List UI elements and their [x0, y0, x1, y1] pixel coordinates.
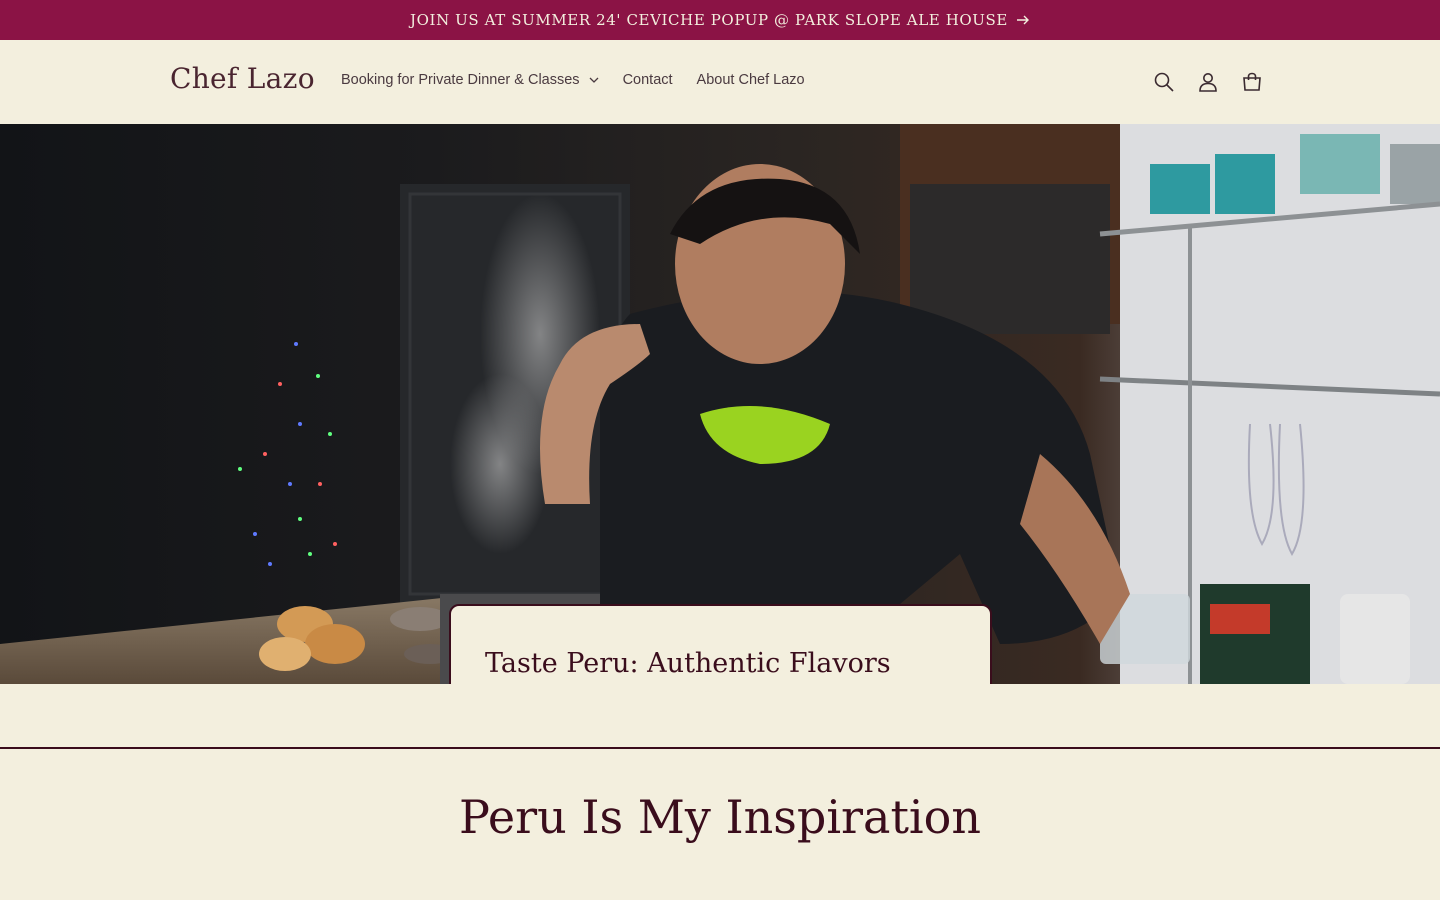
announcement-text[interactable]: JOIN US AT SUMMER 24' CEVICHE POPUP @ PA…: [410, 11, 1008, 29]
header-icons: [1150, 68, 1266, 96]
arrow-right-icon: [1016, 15, 1030, 25]
announcement-bar[interactable]: JOIN US AT SUMMER 24' CEVICHE POPUP @ PA…: [0, 0, 1440, 40]
hero-image: [0, 124, 1440, 684]
chevron-down-icon: [589, 77, 599, 84]
main-nav: Booking for Private Dinner & Classes Con…: [341, 72, 829, 88]
search-icon[interactable]: [1150, 68, 1178, 96]
cart-icon[interactable]: [1238, 68, 1266, 96]
nav-item-contact[interactable]: Contact: [623, 72, 673, 88]
hero-card: Taste Peru: Authentic Flavors with Chef …: [449, 604, 992, 684]
nav-item-label: Booking for Private Dinner & Classes: [341, 72, 580, 88]
site-header: Chef Lazo Booking for Private Dinner & C…: [0, 40, 1440, 124]
account-icon[interactable]: [1194, 68, 1222, 96]
hero-heading: Taste Peru: Authentic Flavors with Chef …: [485, 648, 891, 679]
site-logo[interactable]: Chef Lazo: [170, 62, 315, 95]
section-title: Peru Is My Inspiration: [459, 790, 981, 844]
section-divider: [0, 747, 1440, 749]
nav-item-booking[interactable]: Booking for Private Dinner & Classes: [341, 72, 599, 88]
nav-item-about[interactable]: About Chef Lazo: [697, 72, 805, 88]
hero-banner: Taste Peru: Authentic Flavors with Chef …: [0, 124, 1440, 684]
